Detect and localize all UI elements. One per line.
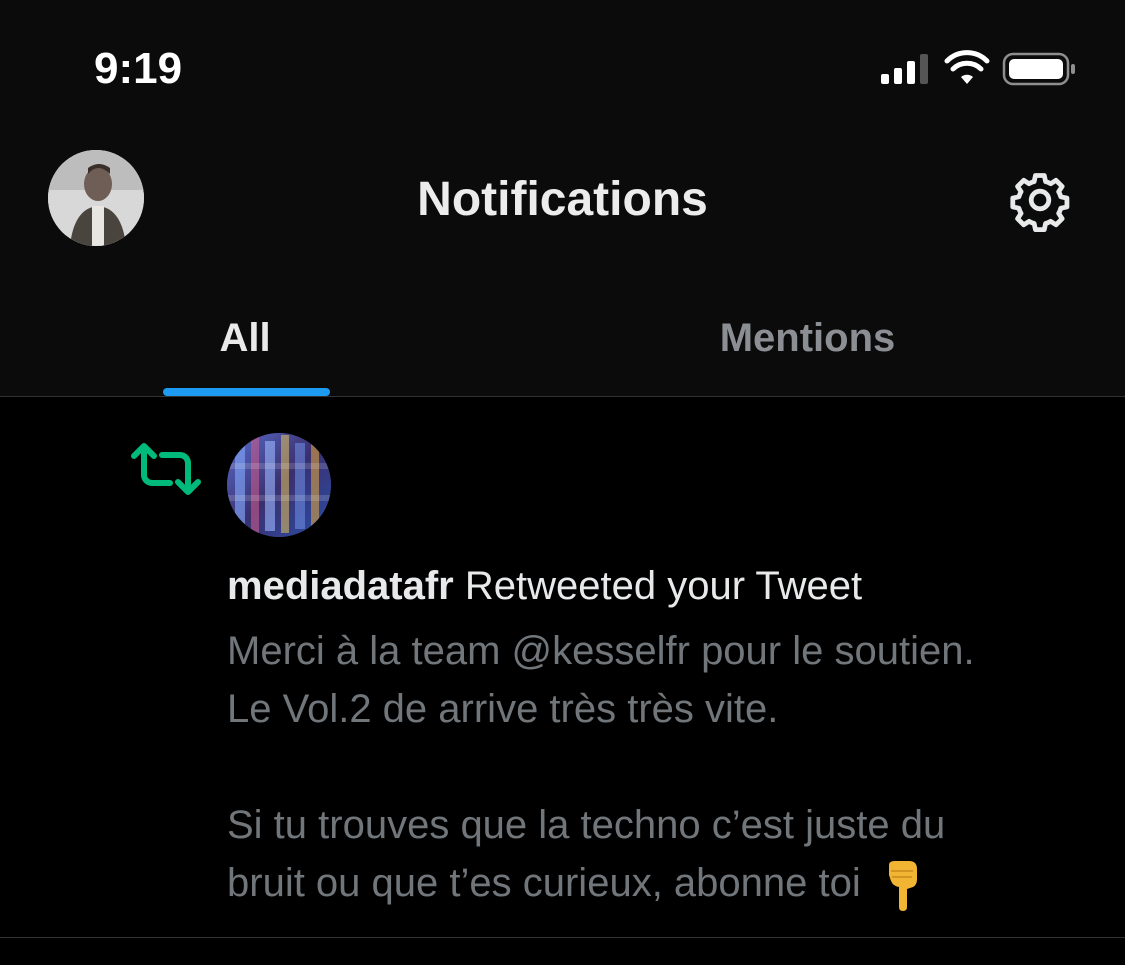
notification-headline: mediadatafr Retweeted your Tweet <box>227 562 862 610</box>
retweet-icon-svg <box>131 443 201 495</box>
pointing-down-hand-icon <box>888 861 917 912</box>
tab-mentions[interactable]: Mentions <box>490 280 1125 396</box>
battery-icon <box>1002 52 1075 86</box>
notification-divider <box>0 937 1125 938</box>
tabs-divider <box>0 396 1125 397</box>
notifications-screen: 9:19 Notifications All Mentions mediadat… <box>0 0 1125 965</box>
notification-action: Retweeted your Tweet <box>464 564 863 608</box>
gear-icon <box>1010 173 1070 232</box>
settings-button[interactable] <box>1004 164 1076 236</box>
tweet-text-line-5: bruit ou que t’es curieux, abonne toi <box>227 861 861 905</box>
status-time: 9:19 <box>94 44 183 93</box>
tweet-text-line-1: Merci à la team @kesselfr pour le soutie… <box>227 629 975 673</box>
status-icons-svg <box>881 50 1075 86</box>
wifi-icon <box>944 50 990 84</box>
cellular-signal-icon <box>881 54 928 84</box>
tab-all[interactable]: All <box>0 280 490 396</box>
tweet-text-line-5-wrap: bruit ou que t’es curieux, abonne toi <box>227 854 1087 912</box>
notification-tabs: All Mentions <box>0 280 1125 396</box>
mediadatafr-avatar-image <box>227 433 331 537</box>
tweet-text-line-2: Le Vol.2 de arrive très très vite. <box>227 687 779 731</box>
pointing-down-emoji-icon <box>883 859 923 912</box>
mediadatafr-avatar[interactable] <box>227 433 331 537</box>
page-title: Notifications <box>417 173 708 226</box>
retweet-icon <box>130 442 202 496</box>
status-icons <box>881 50 1081 90</box>
notification-username[interactable]: mediadatafr <box>227 564 454 608</box>
tweet-text-line-4: Si tu trouves que la techno c’est juste … <box>227 803 946 847</box>
active-tab-indicator <box>163 388 330 396</box>
